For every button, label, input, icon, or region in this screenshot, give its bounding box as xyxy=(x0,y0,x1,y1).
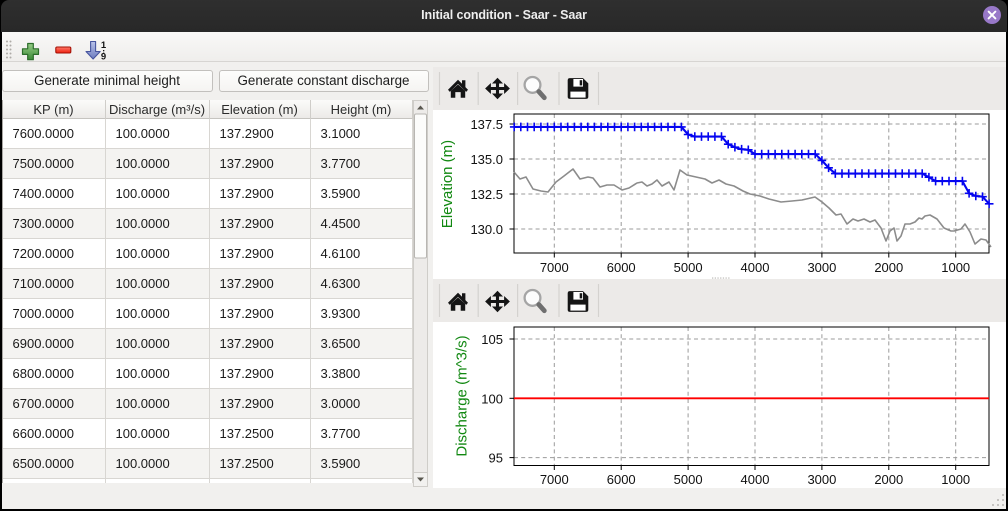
svg-text:4000: 4000 xyxy=(741,260,770,275)
svg-text:137.5: 137.5 xyxy=(470,117,503,132)
svg-text:100: 100 xyxy=(481,391,503,406)
svg-text:3000: 3000 xyxy=(807,260,836,275)
svg-text:105: 105 xyxy=(481,332,503,347)
svg-text:2000: 2000 xyxy=(874,260,903,275)
svg-text:7000: 7000 xyxy=(540,260,569,275)
svg-text:1: 1 xyxy=(101,40,107,51)
svg-text:2000: 2000 xyxy=(874,472,903,487)
svg-text:1000: 1000 xyxy=(941,472,970,487)
svg-text:130.0: 130.0 xyxy=(470,222,503,237)
svg-text:5000: 5000 xyxy=(674,472,703,487)
svg-text:5000: 5000 xyxy=(674,260,703,275)
svg-text:1000: 1000 xyxy=(941,260,970,275)
svg-text:132.5: 132.5 xyxy=(470,187,503,202)
svg-text:135.0: 135.0 xyxy=(470,152,503,167)
svg-text:3000: 3000 xyxy=(807,472,836,487)
svg-text:95: 95 xyxy=(489,451,503,466)
svg-text:4000: 4000 xyxy=(741,472,770,487)
svg-text:Elevation (m): Elevation (m) xyxy=(439,140,456,228)
svg-text:6000: 6000 xyxy=(607,260,636,275)
svg-text:6000: 6000 xyxy=(607,472,636,487)
svg-text:7000: 7000 xyxy=(540,472,569,487)
svg-text:Discharge (m^3/s): Discharge (m^3/s) xyxy=(454,335,471,456)
